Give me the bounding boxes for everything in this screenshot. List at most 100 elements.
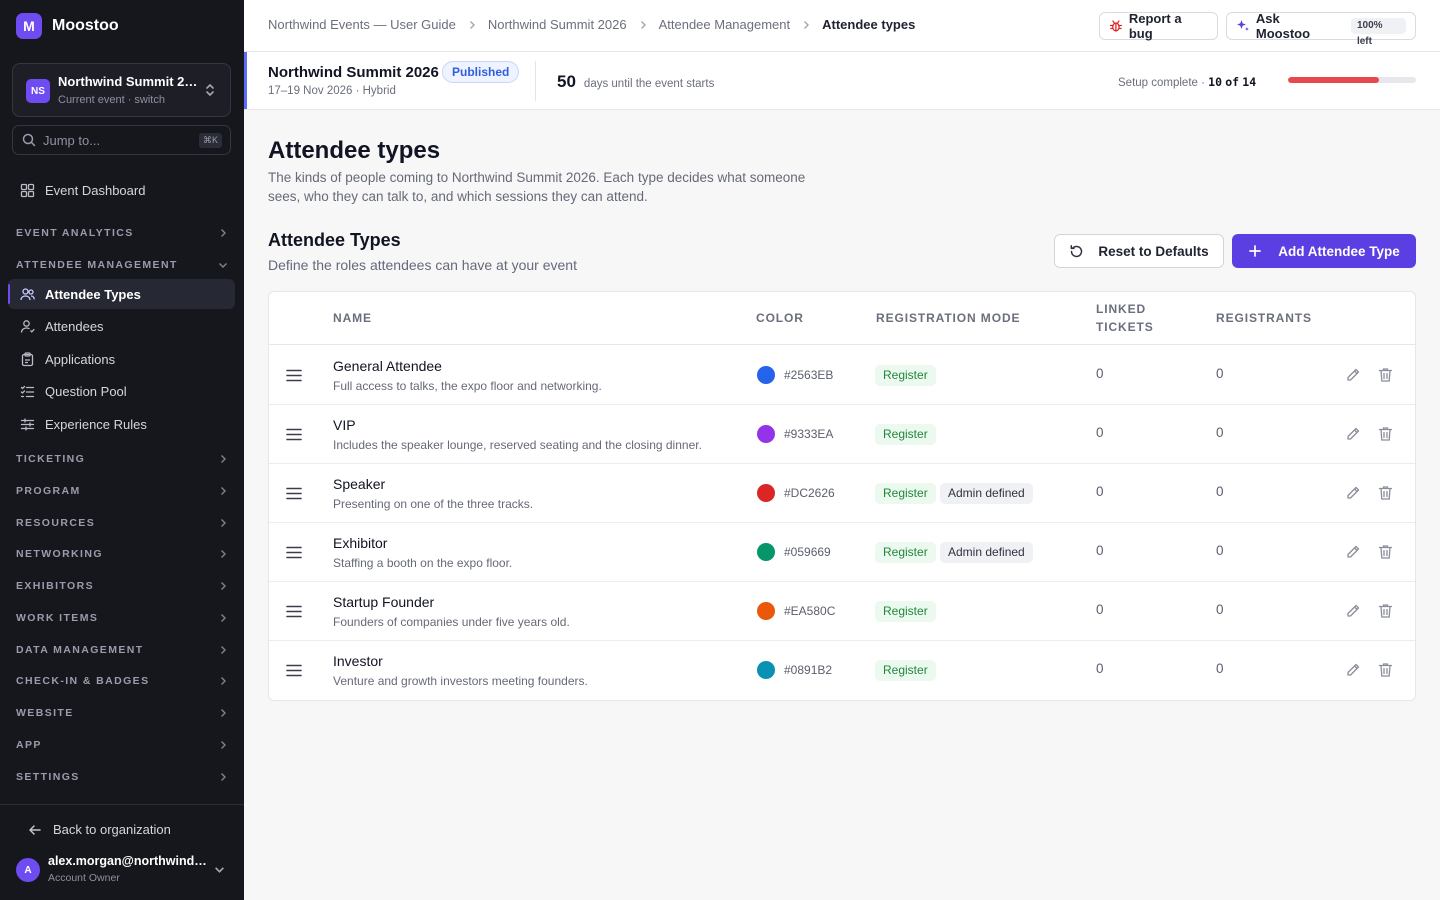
color-swatch <box>757 661 775 679</box>
registration-mode-badge: Register <box>875 483 936 504</box>
nav-section-attendee-management[interactable]: ATTENDEE MANAGEMENT <box>16 257 228 273</box>
back-to-organization-link[interactable]: Back to organization <box>28 822 171 837</box>
color-hex: #EA580C <box>784 604 836 618</box>
chevron-right-icon <box>221 550 226 558</box>
drag-handle-icon[interactable] <box>286 664 302 677</box>
chevron-right-icon <box>804 20 810 29</box>
pencil-icon[interactable] <box>1345 544 1361 560</box>
chevron-right-icon <box>640 20 646 29</box>
drag-handle-icon[interactable] <box>286 369 302 382</box>
divider <box>535 61 536 101</box>
table-row[interactable]: Startup Founder Founders of companies und… <box>269 582 1415 641</box>
nav-attendee-types[interactable]: Attendee Types <box>8 279 235 309</box>
section-label: EVENT ANALYTICS <box>16 227 134 239</box>
nav-experience-rules[interactable]: Experience Rules <box>8 409 235 439</box>
registration-mode-badge: Register <box>875 424 936 445</box>
drag-handle-icon[interactable] <box>286 428 302 441</box>
type-name: Investor <box>333 653 383 669</box>
nav-section-exhibitors[interactable]: EXHIBITORS <box>16 578 228 594</box>
nav-section-work-items[interactable]: WORK ITEMS <box>16 610 228 626</box>
admin-defined-badge: Admin defined <box>940 542 1033 563</box>
users-icon <box>20 287 35 300</box>
color-swatch <box>757 602 775 620</box>
event-switcher[interactable]: NS Northwind Summit 2026 Current event ·… <box>12 63 231 117</box>
avatar[interactable]: A <box>16 858 40 882</box>
table-row[interactable]: General Attendee Full access to talks, th… <box>269 346 1415 405</box>
trash-icon[interactable] <box>1378 603 1393 619</box>
trash-icon[interactable] <box>1378 662 1393 678</box>
color-hex: #DC2626 <box>784 486 835 500</box>
table-row[interactable]: VIP Includes the speaker lounge, reserved… <box>269 405 1415 464</box>
column-header-color: COLOR <box>756 311 804 325</box>
breadcrumb-item-section[interactable]: Attendee Management <box>659 17 791 32</box>
pencil-icon[interactable] <box>1345 367 1361 383</box>
section-subtitle: Define the roles attendees can have at y… <box>268 257 577 273</box>
status-badge: Published <box>442 61 520 83</box>
nav-section-resources[interactable]: RESOURCES <box>16 515 228 531</box>
color-swatch <box>757 484 775 502</box>
nav-section-website[interactable]: WEBSITE <box>16 705 228 721</box>
nav-attendees[interactable]: Attendees <box>8 311 235 341</box>
table-row[interactable]: Investor Venture and growth investors mee… <box>269 641 1415 700</box>
chevron-right-icon <box>221 646 226 654</box>
registrants-count: 0 <box>1216 366 1224 381</box>
pencil-icon[interactable] <box>1345 426 1361 442</box>
countdown-label: days until the event starts <box>583 78 715 90</box>
table-row[interactable]: Speaker Presenting on one of the three tr… <box>269 464 1415 523</box>
breadcrumb-item-current: Attendee types <box>822 17 916 32</box>
section-label: APP <box>16 739 42 751</box>
registration-mode-badge: Register <box>875 660 936 681</box>
nav-event-dashboard[interactable]: Event Dashboard <box>8 175 235 205</box>
registration-mode-badge: Register <box>875 365 936 386</box>
linked-tickets-count: 0 <box>1096 484 1104 499</box>
trash-icon[interactable] <box>1378 485 1393 501</box>
nav-section-ticketing[interactable]: TICKETING <box>16 451 228 467</box>
type-description: Founders of companies under five years o… <box>333 615 570 629</box>
type-name: Startup Founder <box>333 594 435 610</box>
section-label: ATTENDEE MANAGEMENT <box>16 259 178 271</box>
chevron-right-icon <box>221 741 226 749</box>
nav-section-check-in-badges[interactable]: CHECK-IN & BADGES <box>16 673 228 689</box>
type-description: Presenting on one of the three tracks. <box>333 497 534 511</box>
nav-section-app[interactable]: APP <box>16 737 228 753</box>
brand-logo: M <box>16 13 42 39</box>
brand[interactable]: M Moostoo <box>16 13 119 39</box>
trash-icon[interactable] <box>1378 367 1393 383</box>
reset-to-defaults-button[interactable]: Reset to Defaults <box>1054 234 1224 268</box>
jump-to-search[interactable]: Jump to... ⌘K <box>12 125 231 155</box>
brand-name: Moostoo <box>52 17 119 34</box>
breadcrumb-item-event[interactable]: Northwind Summit 2026 <box>488 17 627 32</box>
breadcrumb-item-guide[interactable]: Northwind Events — User Guide <box>268 17 456 32</box>
ask-moostoo-button[interactable]: Ask Moostoo 100% left <box>1226 11 1416 47</box>
nav-section-data-management[interactable]: DATA MANAGEMENT <box>16 642 228 658</box>
nav-label: Attendee Types <box>45 286 141 302</box>
nav-section-event-analytics[interactable]: EVENT ANALYTICS <box>16 225 228 241</box>
jump-placeholder: Jump to... <box>43 133 101 148</box>
arrow-left-icon <box>29 824 41 835</box>
jump-shortcut: ⌘K <box>198 133 222 148</box>
nav-applications[interactable]: Applications <box>8 344 235 374</box>
user-email[interactable]: alex.morgan@northwindevents.com <box>48 854 208 868</box>
linked-tickets-count: 0 <box>1096 661 1104 676</box>
chevron-down-icon <box>219 263 227 268</box>
event-title: Northwind Summit 2026 <box>268 64 439 81</box>
nav-section-networking[interactable]: NETWORKING <box>16 546 228 562</box>
add-attendee-type-button[interactable]: Add Attendee Type <box>1232 234 1416 268</box>
pencil-icon[interactable] <box>1345 603 1361 619</box>
pencil-icon[interactable] <box>1345 485 1361 501</box>
chevron-up-down-icon <box>206 84 214 96</box>
nav-question-pool[interactable]: Question Pool <box>8 376 235 406</box>
trash-icon[interactable] <box>1378 426 1393 442</box>
chevron-down-icon[interactable] <box>214 864 225 875</box>
pencil-icon[interactable] <box>1345 662 1361 678</box>
type-description: Venture and growth investors meeting fou… <box>333 674 588 688</box>
nav-section-program[interactable]: PROGRAM <box>16 483 228 499</box>
drag-handle-icon[interactable] <box>286 605 302 618</box>
page-title: Attendee types <box>268 137 441 164</box>
drag-handle-icon[interactable] <box>286 487 302 500</box>
drag-handle-icon[interactable] <box>286 546 302 559</box>
report-bug-button[interactable]: Report a bug <box>1099 11 1218 41</box>
trash-icon[interactable] <box>1378 544 1393 560</box>
nav-section-settings[interactable]: SETTINGS <box>16 769 228 785</box>
table-row[interactable]: Exhibitor Staffing a booth on the expo fl… <box>269 523 1415 582</box>
